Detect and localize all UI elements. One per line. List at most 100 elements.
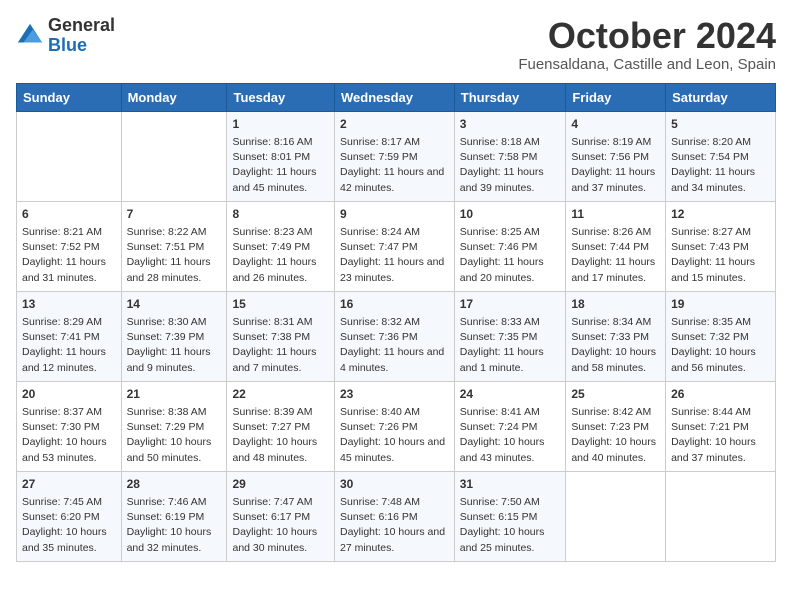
calendar-cell: 3Sunrise: 8:18 AMSunset: 7:58 PMDaylight… bbox=[454, 111, 566, 201]
day-info-line: Sunset: 7:24 PM bbox=[460, 420, 561, 435]
day-info-line: Sunset: 6:20 PM bbox=[22, 510, 116, 525]
calendar-cell: 18Sunrise: 8:34 AMSunset: 7:33 PMDayligh… bbox=[566, 291, 666, 381]
calendar-cell: 21Sunrise: 8:38 AMSunset: 7:29 PMDayligh… bbox=[121, 381, 227, 471]
day-info-line: Sunset: 7:30 PM bbox=[22, 420, 116, 435]
day-info-line: Sunrise: 8:22 AM bbox=[127, 225, 222, 240]
days-of-week-row: SundayMondayTuesdayWednesdayThursdayFrid… bbox=[17, 83, 776, 111]
day-number: 15 bbox=[232, 296, 329, 313]
day-info-line: Daylight: 11 hours and 15 minutes. bbox=[671, 255, 770, 285]
day-info-line: Daylight: 11 hours and 31 minutes. bbox=[22, 255, 116, 285]
day-info-line: Sunset: 6:16 PM bbox=[340, 510, 449, 525]
location-title: Fuensaldana, Castille and Leon, Spain bbox=[518, 56, 776, 73]
day-info-line: Sunset: 6:17 PM bbox=[232, 510, 329, 525]
day-number: 9 bbox=[340, 206, 449, 223]
day-info-line: Sunrise: 8:24 AM bbox=[340, 225, 449, 240]
day-info-line: Daylight: 11 hours and 39 minutes. bbox=[460, 165, 561, 195]
day-info-line: Sunset: 7:33 PM bbox=[571, 330, 660, 345]
calendar-cell: 19Sunrise: 8:35 AMSunset: 7:32 PMDayligh… bbox=[666, 291, 776, 381]
day-number: 17 bbox=[460, 296, 561, 313]
calendar-cell: 2Sunrise: 8:17 AMSunset: 7:59 PMDaylight… bbox=[334, 111, 454, 201]
day-info-line: Sunrise: 8:16 AM bbox=[232, 135, 329, 150]
day-of-week-header: Saturday bbox=[666, 83, 776, 111]
calendar-cell: 10Sunrise: 8:25 AMSunset: 7:46 PMDayligh… bbox=[454, 201, 566, 291]
day-info-line: Sunrise: 8:38 AM bbox=[127, 405, 222, 420]
calendar-cell bbox=[566, 471, 666, 561]
calendar-cell: 16Sunrise: 8:32 AMSunset: 7:36 PMDayligh… bbox=[334, 291, 454, 381]
day-info-line: Sunset: 7:49 PM bbox=[232, 240, 329, 255]
day-info-line: Daylight: 10 hours and 43 minutes. bbox=[460, 435, 561, 465]
day-info-line: Sunset: 7:59 PM bbox=[340, 150, 449, 165]
day-info-line: Daylight: 10 hours and 40 minutes. bbox=[571, 435, 660, 465]
day-info-line: Sunset: 7:52 PM bbox=[22, 240, 116, 255]
day-info-line: Sunrise: 8:41 AM bbox=[460, 405, 561, 420]
day-info-line: Sunset: 7:54 PM bbox=[671, 150, 770, 165]
day-info-line: Sunset: 7:35 PM bbox=[460, 330, 561, 345]
day-info-line: Sunset: 7:27 PM bbox=[232, 420, 329, 435]
day-number: 30 bbox=[340, 476, 449, 493]
day-info-line: Sunrise: 8:20 AM bbox=[671, 135, 770, 150]
logo: General Blue bbox=[16, 16, 115, 56]
calendar-cell: 20Sunrise: 8:37 AMSunset: 7:30 PMDayligh… bbox=[17, 381, 122, 471]
day-number: 27 bbox=[22, 476, 116, 493]
day-of-week-header: Friday bbox=[566, 83, 666, 111]
day-info-line: Sunrise: 8:26 AM bbox=[571, 225, 660, 240]
title-block: October 2024 Fuensaldana, Castille and L… bbox=[518, 16, 776, 73]
calendar-cell: 28Sunrise: 7:46 AMSunset: 6:19 PMDayligh… bbox=[121, 471, 227, 561]
day-info-line: Sunset: 7:29 PM bbox=[127, 420, 222, 435]
day-info-line: Daylight: 10 hours and 58 minutes. bbox=[571, 345, 660, 375]
calendar-body: 1Sunrise: 8:16 AMSunset: 8:01 PMDaylight… bbox=[17, 111, 776, 561]
day-info-line: Sunset: 6:19 PM bbox=[127, 510, 222, 525]
calendar-cell: 9Sunrise: 8:24 AMSunset: 7:47 PMDaylight… bbox=[334, 201, 454, 291]
day-number: 12 bbox=[671, 206, 770, 223]
day-info-line: Sunrise: 8:40 AM bbox=[340, 405, 449, 420]
calendar-cell bbox=[121, 111, 227, 201]
day-info-line: Daylight: 10 hours and 50 minutes. bbox=[127, 435, 222, 465]
day-info-line: Daylight: 10 hours and 25 minutes. bbox=[460, 525, 561, 555]
day-info-line: Sunrise: 7:45 AM bbox=[22, 495, 116, 510]
day-info-line: Daylight: 11 hours and 26 minutes. bbox=[232, 255, 329, 285]
calendar-cell: 7Sunrise: 8:22 AMSunset: 7:51 PMDaylight… bbox=[121, 201, 227, 291]
day-info-line: Sunset: 7:44 PM bbox=[571, 240, 660, 255]
page-header: General Blue October 2024 Fuensaldana, C… bbox=[16, 16, 776, 73]
calendar-cell: 5Sunrise: 8:20 AMSunset: 7:54 PMDaylight… bbox=[666, 111, 776, 201]
calendar-cell: 23Sunrise: 8:40 AMSunset: 7:26 PMDayligh… bbox=[334, 381, 454, 471]
day-info-line: Sunset: 7:21 PM bbox=[671, 420, 770, 435]
day-info-line: Sunset: 7:26 PM bbox=[340, 420, 449, 435]
day-number: 18 bbox=[571, 296, 660, 313]
day-info-line: Daylight: 10 hours and 48 minutes. bbox=[232, 435, 329, 465]
day-info-line: Sunrise: 8:35 AM bbox=[671, 315, 770, 330]
day-of-week-header: Sunday bbox=[17, 83, 122, 111]
calendar-week-row: 13Sunrise: 8:29 AMSunset: 7:41 PMDayligh… bbox=[17, 291, 776, 381]
day-number: 5 bbox=[671, 116, 770, 133]
day-info-line: Sunset: 7:51 PM bbox=[127, 240, 222, 255]
month-title: October 2024 bbox=[518, 16, 776, 56]
day-info-line: Daylight: 10 hours and 37 minutes. bbox=[671, 435, 770, 465]
day-number: 10 bbox=[460, 206, 561, 223]
day-info-line: Daylight: 10 hours and 45 minutes. bbox=[340, 435, 449, 465]
day-info-line: Daylight: 10 hours and 32 minutes. bbox=[127, 525, 222, 555]
day-number: 24 bbox=[460, 386, 561, 403]
calendar-cell bbox=[666, 471, 776, 561]
calendar-cell bbox=[17, 111, 122, 201]
day-number: 29 bbox=[232, 476, 329, 493]
day-info-line: Sunrise: 8:32 AM bbox=[340, 315, 449, 330]
day-of-week-header: Tuesday bbox=[227, 83, 335, 111]
day-number: 19 bbox=[671, 296, 770, 313]
calendar-cell: 12Sunrise: 8:27 AMSunset: 7:43 PMDayligh… bbox=[666, 201, 776, 291]
calendar-cell: 27Sunrise: 7:45 AMSunset: 6:20 PMDayligh… bbox=[17, 471, 122, 561]
day-number: 13 bbox=[22, 296, 116, 313]
day-info-line: Daylight: 11 hours and 7 minutes. bbox=[232, 345, 329, 375]
calendar-cell: 17Sunrise: 8:33 AMSunset: 7:35 PMDayligh… bbox=[454, 291, 566, 381]
day-number: 6 bbox=[22, 206, 116, 223]
calendar-cell: 4Sunrise: 8:19 AMSunset: 7:56 PMDaylight… bbox=[566, 111, 666, 201]
day-info-line: Sunrise: 8:42 AM bbox=[571, 405, 660, 420]
day-info-line: Sunset: 6:15 PM bbox=[460, 510, 561, 525]
day-number: 2 bbox=[340, 116, 449, 133]
calendar-cell: 25Sunrise: 8:42 AMSunset: 7:23 PMDayligh… bbox=[566, 381, 666, 471]
day-info-line: Daylight: 11 hours and 4 minutes. bbox=[340, 345, 449, 375]
calendar-cell: 15Sunrise: 8:31 AMSunset: 7:38 PMDayligh… bbox=[227, 291, 335, 381]
day-info-line: Daylight: 10 hours and 53 minutes. bbox=[22, 435, 116, 465]
day-info-line: Daylight: 11 hours and 45 minutes. bbox=[232, 165, 329, 195]
logo-text: General Blue bbox=[48, 16, 115, 56]
day-info-line: Sunrise: 8:23 AM bbox=[232, 225, 329, 240]
